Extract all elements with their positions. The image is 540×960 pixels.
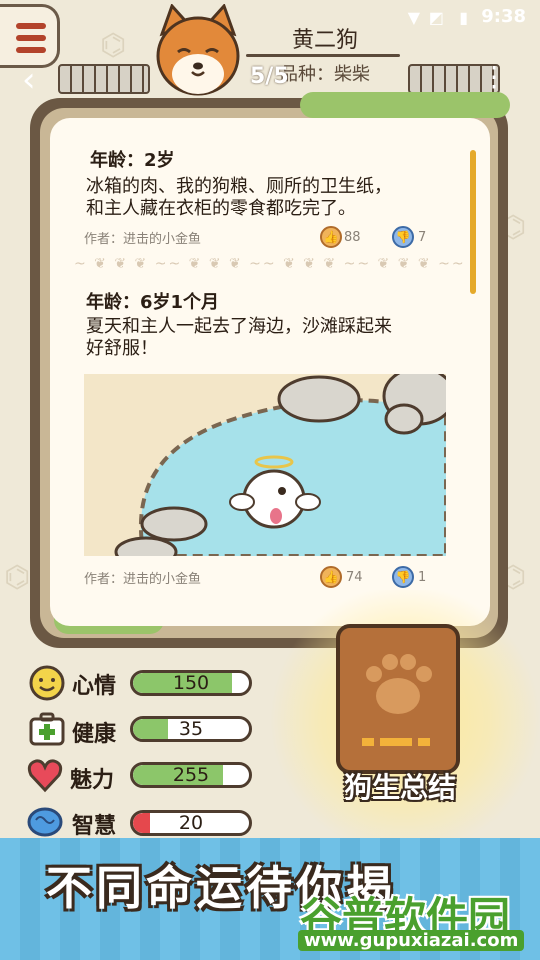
stat-bar-health: 35 — [130, 716, 252, 742]
beach-illustration[interactable] — [84, 374, 446, 556]
dislike-count: 1 — [418, 570, 427, 585]
battery-icon: ▮ — [459, 8, 468, 27]
watermark-url: www.gupuxiazai.com — [298, 930, 525, 951]
fence-left — [58, 64, 150, 94]
entry-text-line: 好舒服！ — [86, 338, 158, 359]
stat-label-wisdom: 智慧 — [72, 814, 117, 839]
stat-value-charm: 255 — [172, 764, 210, 786]
dislike-count: 7 — [418, 230, 427, 245]
scrollbar[interactable] — [470, 150, 476, 294]
menu-icon — [16, 23, 46, 29]
thumbs-up-icon[interactable]: 👍 — [320, 226, 342, 248]
stat-value-health: 35 — [178, 718, 204, 740]
thumbs-down-icon[interactable]: 👎 — [392, 226, 414, 248]
paw-print-icon — [362, 654, 432, 746]
entry-age: 年龄：2岁 — [90, 150, 175, 171]
moss-decoration — [300, 92, 510, 118]
thumbs-up-icon[interactable]: 👍 — [320, 566, 342, 588]
brain-icon — [27, 807, 63, 837]
thumbs-down-icon[interactable]: 👎 — [392, 566, 414, 588]
like-count: 88 — [344, 230, 361, 245]
first-aid-kit-icon — [29, 712, 65, 746]
entry-text-line: 冰箱的肉、我的狗粮、厕所的卫生纸， — [86, 176, 392, 197]
page-counter: 5/5 — [250, 64, 289, 89]
more-icon[interactable]: ⋮ — [480, 60, 508, 93]
stat-bar-charm: 255 — [130, 762, 252, 788]
stat-label-health: 健康 — [72, 722, 117, 747]
menu-button[interactable] — [0, 4, 60, 68]
summary-label[interactable]: 狗生总结 — [320, 766, 480, 806]
paw-book-icon[interactable] — [336, 624, 460, 774]
like-count: 74 — [346, 570, 363, 585]
entry-age: 年龄：6岁1个月 — [86, 292, 220, 313]
entry-author: 作者：进击的小金鱼 — [84, 572, 202, 587]
heart-icon — [27, 759, 63, 793]
wifi-icon: ▼ — [407, 8, 420, 27]
dog-name: 黄二狗 — [291, 28, 358, 53]
status-time: 9:38 — [481, 6, 526, 27]
paw-divider: ~ ❦ ❦ ❦ ~~ ❦ ❦ ❦ ~~ ❦ ❦ ❦ ~~ ❦ ❦ ❦ ~~ ❦ … — [74, 256, 466, 272]
stat-value-mood: 150 — [172, 672, 210, 694]
shiba-avatar — [156, 4, 240, 96]
stat-bar-wisdom: 20 — [130, 810, 252, 836]
stat-bar-mood: 150 — [130, 670, 252, 696]
entry-text-line: 夏天和主人一起去了海边，沙滩踩起来 — [86, 316, 392, 337]
chevron-left-icon[interactable]: ‹ — [22, 60, 36, 100]
signal-off-icon: ◩ — [428, 8, 444, 27]
entry-text: 冰箱的肉、我的狗粮、厕所的卫生纸， 和主人藏在衣柜的零食都吃完了。 — [86, 176, 392, 220]
entry-author: 作者：进击的小金鱼 — [84, 232, 202, 247]
entry-text: 夏天和主人一起去了海边，沙滩踩起来 好舒服！ — [86, 316, 392, 360]
stat-label-mood: 心情 — [72, 674, 117, 699]
bone-decoration: ⌬ — [100, 28, 127, 63]
bone-decoration: ⌬ — [4, 560, 31, 595]
smiley-icon — [29, 665, 65, 701]
stat-value-wisdom: 20 — [178, 812, 204, 834]
stat-label-charm: 魅力 — [70, 768, 115, 793]
entry-text-line: 和主人藏在衣柜的零食都吃完了。 — [86, 198, 356, 219]
name-underline — [246, 54, 400, 57]
